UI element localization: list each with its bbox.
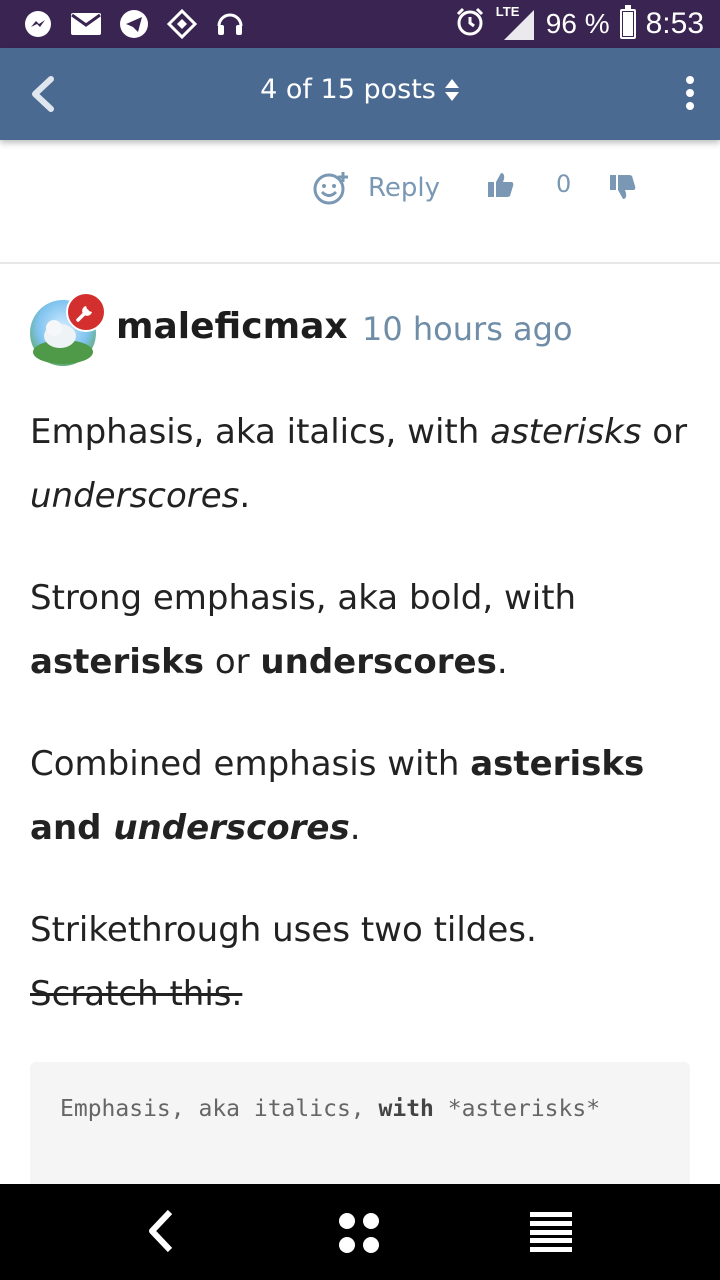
nav-home-button[interactable] [336,1210,382,1256]
text: Combined emphasis with [30,744,471,784]
menu-line-icon [530,1212,572,1217]
dot-icon [686,89,694,97]
post-actions: Reply 0 [0,140,720,264]
downvote-button[interactable] [608,172,638,202]
headset-icon [212,8,248,40]
post-counter[interactable]: 4 of 15 posts [0,74,720,105]
post-counter-label: 4 of 15 posts [260,74,436,105]
dot-icon [686,102,694,110]
menu-line-icon [530,1229,572,1235]
messenger-icon [20,8,56,40]
app-bar: 4 of 15 posts [0,48,720,140]
code-text: *asterisks* [433,1096,601,1122]
bold-text: underscores [260,642,497,682]
battery-percent: 96 % [545,8,610,39]
code-block: Emphasis, aka italics, with *asterisks* [30,1062,690,1192]
mail-icon [68,8,104,40]
paragraph-combined: Combined emphasis with asterisks and und… [30,732,690,860]
upvote-button[interactable] [486,170,516,200]
paragraph-italics: Emphasis, aka italics, with asterisks or… [30,400,690,528]
reply-button[interactable]: Reply [312,170,440,206]
paragraph-strikethrough: Strikethrough uses two tildes. Scratch th… [30,898,690,1026]
avatar[interactable] [30,292,106,366]
clock: 8:53 [645,7,704,40]
post-timestamp[interactable]: 10 hours ago [362,310,573,348]
chevron-left-icon [149,1209,173,1253]
thumbs-down-icon [610,175,636,199]
bold-text: asterisks [30,642,205,682]
username[interactable]: maleficmax [116,306,348,347]
text: or [641,412,688,452]
strikethrough-text: Scratch this. [30,974,243,1014]
system-nav-bar [0,1184,720,1280]
dot-icon [686,76,694,84]
text: . [496,642,508,682]
menu-line-icon [530,1220,572,1226]
moderator-badge [66,292,106,332]
italic-text: asterisks [490,412,642,452]
code-text: Emphasis, aka italics, [60,1096,379,1122]
nav-back-button[interactable] [140,1208,186,1254]
alarm-icon [454,6,486,42]
more-options-button[interactable] [684,76,696,110]
sort-caret-icon [444,78,460,102]
grid-dots-icon [339,1213,379,1253]
wrench-icon [76,306,92,322]
sync-icon [164,8,200,40]
text: or [204,642,261,682]
text: Emphasis, aka italics, with [30,412,491,452]
menu-line-icon [530,1238,572,1244]
reply-label: Reply [368,173,441,203]
thumbs-up-icon [488,173,514,197]
battery-icon [619,5,636,39]
telegram-icon [116,8,152,40]
system-status: LTE 96 % 8:53 [454,0,704,48]
menu-line-icon [530,1247,572,1252]
vote-count: 0 [556,170,572,198]
code-line: Emphasis, aka italics, with *asterisks* [60,1096,660,1122]
text: . [239,476,251,516]
code-keyword: with [378,1096,434,1122]
post-content: Emphasis, aka italics, with asterisks or… [30,400,690,1064]
text: . [349,808,361,848]
text: Strikethrough uses two tildes. [30,910,537,950]
paragraph-bold: Strong emphasis, aka bold, with asterisk… [30,566,690,694]
notification-icons [20,8,248,40]
nav-menu-button[interactable] [530,1212,572,1252]
signal-icon: LTE [496,4,536,42]
text: Strong emphasis, aka bold, with [30,578,577,618]
italic-text: underscores [30,476,240,516]
bold-italic-text: underscores [113,808,350,848]
add-emoji-icon [313,172,348,205]
status-bar: LTE 96 % 8:53 [0,0,720,48]
